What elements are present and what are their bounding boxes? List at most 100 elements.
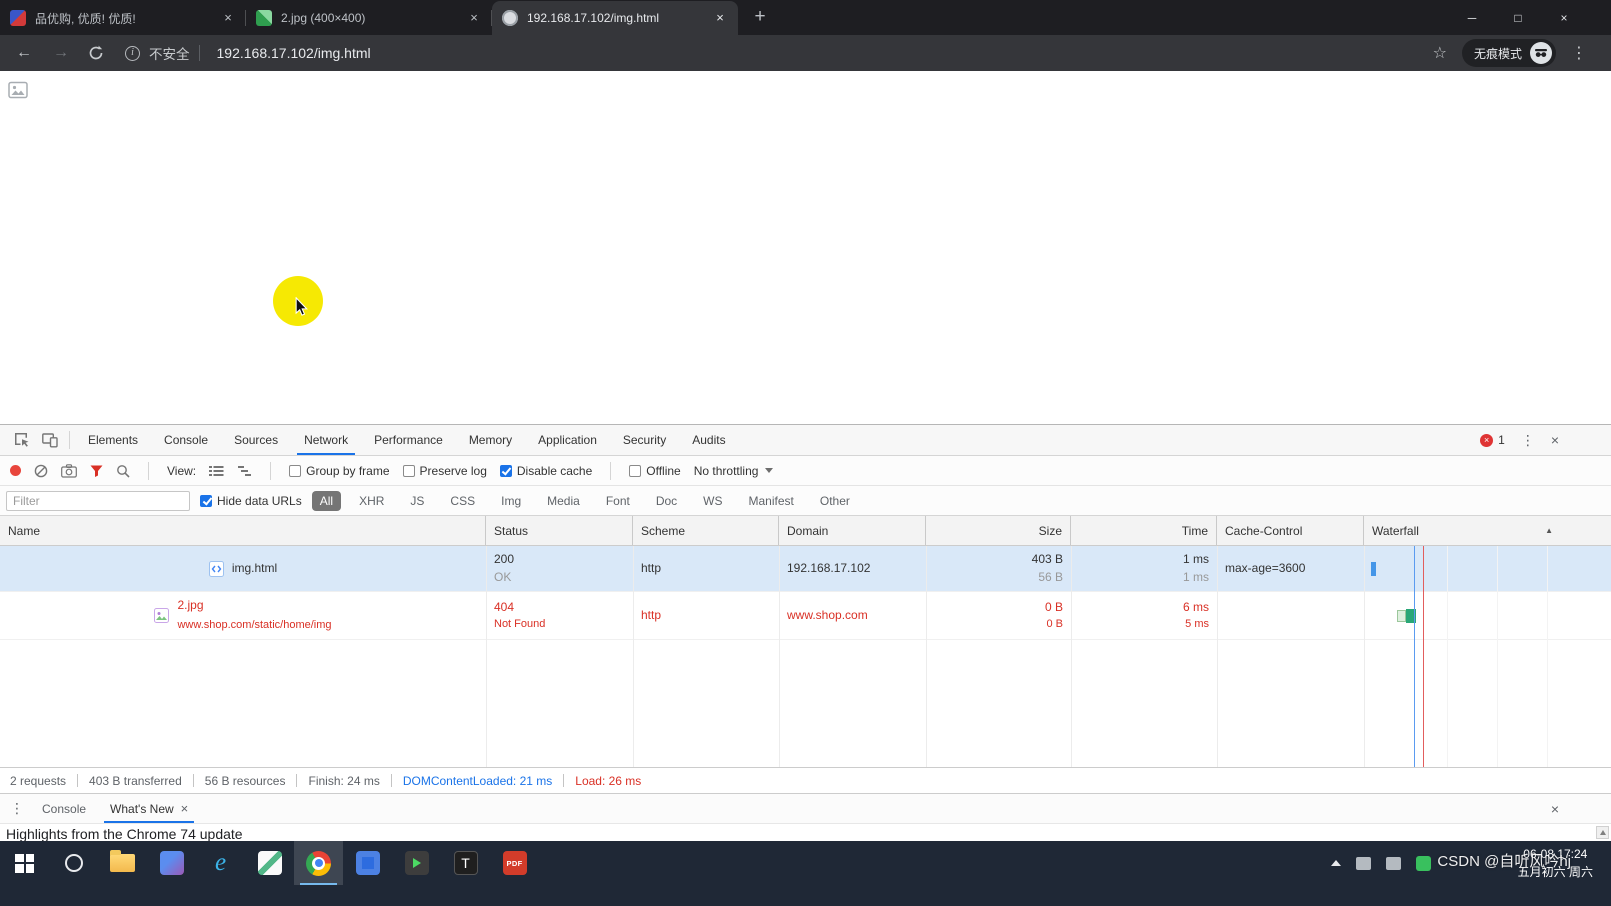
table-row-imghtml[interactable]: img.html 200 OK http 192.168.17.102 403 … [0, 546, 1611, 592]
preserve-log-checkbox[interactable] [403, 465, 415, 477]
search-button[interactable] [49, 841, 98, 885]
screenshot-camera-icon[interactable] [61, 464, 77, 478]
tab-console[interactable]: Console [151, 425, 221, 455]
offline-option[interactable]: Offline [629, 464, 680, 478]
devtools-close-icon[interactable]: × [1551, 432, 1559, 448]
filter-type-xhr[interactable]: XHR [351, 491, 392, 511]
drawer-close-icon[interactable]: × [1551, 801, 1611, 817]
filter-type-css[interactable]: CSS [442, 491, 483, 511]
drawer-tab-console[interactable]: Console [30, 794, 98, 823]
typora-button[interactable]: T [441, 841, 490, 885]
file-explorer-button[interactable] [98, 841, 147, 885]
column-header-name[interactable]: Name [0, 516, 486, 545]
browser-tab-pinyougou[interactable]: 品优购, 优质! 优质! × [0, 1, 246, 35]
inspect-element-icon[interactable] [8, 425, 36, 455]
chevron-up-icon[interactable] [1331, 860, 1341, 866]
tab-close-icon[interactable]: × [220, 10, 236, 26]
editor-button[interactable] [245, 841, 294, 885]
browser-tab-imghtml-active[interactable]: 192.168.17.102/img.html × [492, 1, 738, 35]
column-header-size[interactable]: Size [926, 516, 1071, 545]
search-icon[interactable] [116, 464, 130, 478]
media-app-button[interactable] [392, 841, 441, 885]
devtools-menu-icon[interactable]: ⋮ [1521, 432, 1535, 449]
filter-type-media[interactable]: Media [539, 491, 588, 511]
view-waterfall-icon[interactable] [237, 465, 252, 477]
throttling-dropdown[interactable]: No throttling [694, 464, 774, 478]
filter-type-font[interactable]: Font [598, 491, 638, 511]
request-name: 2.jpg [177, 598, 331, 613]
filter-type-js[interactable]: JS [402, 491, 432, 511]
drawer-tab-close-icon[interactable]: × [181, 801, 189, 816]
filter-funnel-icon[interactable] [90, 465, 103, 477]
browser-menu-icon[interactable]: ⋮ [1571, 43, 1587, 63]
column-header-scheme[interactable]: Scheme [633, 516, 779, 545]
bookmark-star-icon[interactable]: ☆ [1433, 43, 1447, 63]
start-button[interactable] [0, 841, 49, 885]
clear-button[interactable] [34, 464, 48, 478]
app-button-1[interactable] [147, 841, 196, 885]
tab-network[interactable]: Network [291, 425, 361, 455]
column-header-waterfall[interactable]: Waterfall ▲ [1364, 516, 1611, 545]
tab-elements[interactable]: Elements [75, 425, 151, 455]
cell-time: 6 ms 5 ms [1071, 592, 1217, 639]
group-by-frame-option[interactable]: Group by frame [289, 464, 389, 478]
filter-type-manifest[interactable]: Manifest [741, 491, 802, 511]
column-header-time[interactable]: Time [1071, 516, 1217, 545]
hide-data-urls-checkbox[interactable] [200, 495, 212, 507]
divider [610, 462, 611, 480]
disable-cache-checkbox[interactable] [500, 465, 512, 477]
tab-sources[interactable]: Sources [221, 425, 291, 455]
browser-tab-image[interactable]: 2.jpg (400×400) × [246, 1, 492, 35]
offline-checkbox[interactable] [629, 465, 641, 477]
address-bar: ← → i 不安全 192.168.17.102/img.html ☆ 无痕模式… [0, 35, 1611, 71]
column-header-status[interactable]: Status [486, 516, 633, 545]
tray-icon[interactable] [1386, 857, 1401, 870]
filter-type-img[interactable]: Img [493, 491, 529, 511]
window-close-button[interactable]: × [1541, 0, 1587, 35]
tab-application[interactable]: Application [525, 425, 610, 455]
record-button[interactable] [10, 465, 21, 476]
device-toolbar-icon[interactable] [36, 425, 64, 455]
internet-explorer-button[interactable]: e [196, 841, 245, 885]
back-button[interactable]: ← [14, 44, 34, 62]
table-row-2jpg[interactable]: 2.jpg www.shop.com/static/home/img 404 N… [0, 592, 1611, 640]
filter-type-other[interactable]: Other [812, 491, 858, 511]
tab-close-icon[interactable]: × [712, 10, 728, 26]
tab-security[interactable]: Security [610, 425, 679, 455]
disable-cache-option[interactable]: Disable cache [500, 464, 592, 478]
chrome-button-active[interactable] [294, 841, 343, 885]
taskbar-clock[interactable]: 06-08 17:24 五月初六 周六 [1518, 845, 1593, 881]
app-button-2[interactable] [343, 841, 392, 885]
window-minimize-button[interactable]: ─ [1449, 0, 1495, 35]
incognito-spy-icon [1530, 42, 1552, 64]
filter-type-ws[interactable]: WS [695, 491, 730, 511]
drawer-menu-icon[interactable]: ⋮ [4, 800, 30, 817]
preserve-log-option[interactable]: Preserve log [403, 464, 487, 478]
drawer-tab-whats-new[interactable]: What's New × [98, 794, 200, 823]
error-badge[interactable]: × 1 [1480, 433, 1505, 447]
site-security-info[interactable]: i 不安全 [125, 43, 200, 63]
tab-audits[interactable]: Audits [679, 425, 738, 455]
column-header-domain[interactable]: Domain [779, 516, 926, 545]
tray-green-icon[interactable] [1416, 856, 1431, 871]
column-header-cache-control[interactable]: Cache-Control [1217, 516, 1364, 545]
filter-type-doc[interactable]: Doc [648, 491, 685, 511]
pdf-app-button[interactable]: PDF [490, 841, 539, 885]
tab-performance[interactable]: Performance [361, 425, 456, 455]
tray-icon[interactable] [1356, 857, 1371, 870]
filter-type-all[interactable]: All [312, 491, 341, 511]
reload-button[interactable] [88, 45, 108, 61]
forward-button[interactable]: → [51, 44, 71, 62]
incognito-badge[interactable]: 无痕模式 [1462, 39, 1556, 67]
tab-memory[interactable]: Memory [456, 425, 525, 455]
group-by-frame-checkbox[interactable] [289, 465, 301, 477]
view-list-icon[interactable] [209, 465, 224, 477]
window-maximize-button[interactable]: □ [1495, 0, 1541, 35]
url-text[interactable]: 192.168.17.102/img.html [217, 45, 371, 61]
new-tab-button[interactable]: + [746, 4, 774, 32]
filter-input[interactable] [6, 491, 190, 511]
hide-data-urls-option[interactable]: Hide data URLs [200, 494, 302, 508]
security-label: 不安全 [149, 43, 190, 63]
tab-close-icon[interactable]: × [466, 10, 482, 26]
scroll-up-button[interactable] [1596, 826, 1609, 839]
